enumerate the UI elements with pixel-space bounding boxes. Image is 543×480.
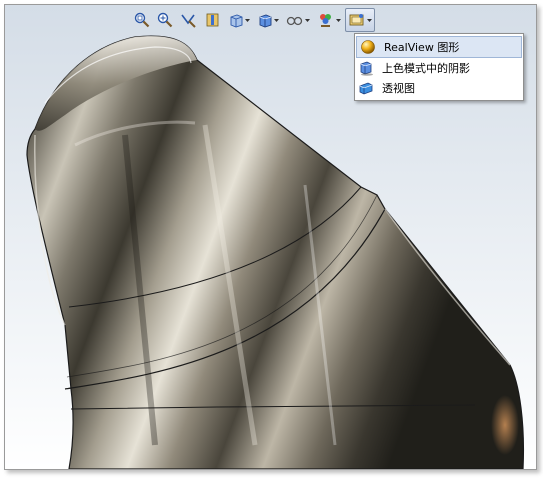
realview-sphere-icon — [360, 39, 376, 55]
edit-appearance-button[interactable] — [314, 8, 344, 32]
perspective-icon — [358, 80, 374, 96]
display-style-icon — [259, 14, 272, 28]
view-orientation-button[interactable] — [225, 8, 253, 32]
chevron-down-icon — [245, 18, 250, 22]
section-view-button[interactable] — [202, 8, 224, 32]
view-settings-button[interactable] — [345, 8, 375, 32]
view-settings-dropdown-menu: RealView 图形 上色模式中的阴影 透视图 — [354, 33, 524, 101]
display-style-button[interactable] — [254, 8, 282, 32]
chevron-down-icon — [274, 18, 279, 22]
chevron-down-icon — [336, 18, 341, 22]
view-orientation-icon — [230, 14, 243, 28]
zoom-to-fit-icon — [134, 12, 150, 28]
graphics-window: RealView 图形 上色模式中的阴影 透视图 — [4, 4, 537, 470]
menu-item-shadows-in-shaded-mode[interactable]: 上色模式中的阴影 — [355, 58, 523, 78]
view-settings-icon — [349, 14, 364, 26]
chevron-down-icon — [305, 18, 310, 22]
chevron-down-icon — [367, 18, 372, 22]
menu-item-realview-graphics[interactable]: RealView 图形 — [356, 36, 522, 58]
heads-up-view-toolbar — [131, 8, 375, 32]
menu-item-perspective[interactable]: 透视图 — [355, 78, 523, 98]
menu-item-label: 透视图 — [382, 82, 415, 95]
hide-show-items-icon — [286, 16, 303, 26]
hide-show-items-button[interactable] — [283, 8, 313, 32]
zoom-to-fit-button[interactable] — [131, 8, 153, 32]
zoom-to-area-icon — [157, 12, 173, 28]
menu-item-label: 上色模式中的阴影 — [382, 62, 470, 75]
zoom-to-area-button[interactable] — [154, 8, 176, 32]
previous-view-button[interactable] — [177, 8, 201, 32]
previous-view-icon — [181, 14, 196, 28]
section-view-icon — [206, 13, 219, 27]
edit-appearance-icon — [320, 14, 331, 27]
shadows-in-shaded-mode-icon — [358, 60, 374, 76]
menu-item-label: RealView 图形 — [384, 41, 460, 54]
